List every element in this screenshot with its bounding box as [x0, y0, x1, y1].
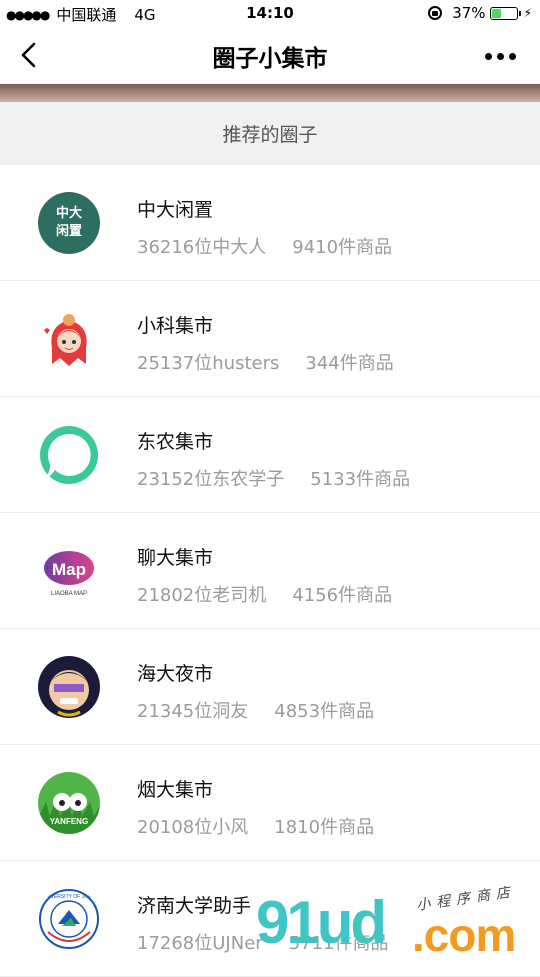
university-seal-icon: UNIVERSITY OF JINAN: [38, 888, 100, 950]
circle-avatar: YANFENG: [38, 772, 100, 834]
circle-name: 烟大集市: [137, 779, 214, 801]
circle-avatar: Map LIAOBA MAP: [38, 540, 100, 602]
circle-avatar: [38, 656, 100, 718]
circle-list: 中大 闲置 中大闲置 36216位中大人 9410件商品 小科集市 25137位h…: [0, 165, 540, 977]
circle-name: 济南大学助手: [137, 895, 252, 917]
member-count: 25137位husters: [137, 353, 280, 374]
map-logo-icon: Map LIAOBA MAP: [38, 540, 100, 602]
circle-avatar: 中大 闲置: [38, 192, 100, 254]
anime-girl-avatar-image: [38, 308, 100, 370]
banner-strip: [0, 84, 540, 102]
circle-item[interactable]: 海大夜市 21345位洞友 4853件商品: [0, 629, 540, 745]
avatar-logo-text: 中大 闲置: [38, 192, 100, 254]
goods-count: 344件商品: [305, 353, 394, 374]
chat-bubble-logo-icon: [38, 424, 100, 486]
more-menu-icon[interactable]: [485, 53, 516, 60]
circle-item[interactable]: Map LIAOBA MAP 聊大集市 21802位老司机 4156件商品: [0, 513, 540, 629]
map-logo-text: Map: [52, 560, 86, 579]
battery-icon: [489, 6, 521, 20]
circle-name: 东农集市: [137, 431, 214, 453]
goods-count: 9410件商品: [292, 237, 393, 258]
goods-count: 4853件商品: [274, 701, 375, 722]
circle-name: 聊大集市: [137, 547, 214, 569]
member-count: 21345位洞友: [137, 701, 249, 722]
member-count: 20108位小风: [137, 817, 249, 838]
nav-bar: 圈子小集市: [0, 28, 540, 84]
grass-logo-text: YANFENG: [50, 817, 88, 826]
circle-name: 中大闲置: [137, 199, 214, 221]
grass-logo-icon: YANFENG: [38, 772, 100, 834]
member-count: 23152位东农学子: [137, 469, 285, 490]
section-header: 推荐的圈子: [0, 102, 540, 165]
charging-icon: ⚡: [523, 6, 532, 20]
circle-name: 小科集市: [137, 315, 214, 337]
member-count: 21802位老司机: [137, 585, 267, 606]
circle-avatar: [38, 424, 100, 486]
member-count: 36216位中大人: [137, 237, 267, 258]
rotation-lock-icon: [428, 6, 443, 20]
circle-item[interactable]: 东农集市 23152位东农学子 5133件商品: [0, 397, 540, 513]
circle-avatar: [38, 308, 100, 370]
circle-name: 海大夜市: [137, 663, 214, 685]
goods-count: 4156件商品: [292, 585, 393, 606]
member-count: 17268位UJNer: [137, 933, 263, 954]
goods-count: 5711件商品: [288, 933, 389, 954]
seal-text: UNIVERSITY OF JINAN: [42, 894, 96, 900]
circle-item[interactable]: 小科集市 25137位husters 344件商品: [0, 281, 540, 397]
status-bar: ●●●●● 中国联通 4G 14:10 37% ⚡: [0, 0, 540, 28]
goods-count: 5133件商品: [310, 469, 411, 490]
circle-item[interactable]: YANFENG 烟大集市 20108位小风 1810件商品: [0, 745, 540, 861]
cartoon-character-avatar-image: [38, 656, 100, 718]
goods-count: 1810件商品: [274, 817, 375, 838]
map-logo-subtext: LIAOBA MAP: [51, 591, 87, 597]
page-title: 圈子小集市: [212, 46, 328, 72]
circle-avatar: UNIVERSITY OF JINAN: [38, 888, 100, 950]
circle-item[interactable]: 中大 闲置 中大闲置 36216位中大人 9410件商品: [0, 165, 540, 281]
battery-percent: 37%: [452, 4, 486, 22]
